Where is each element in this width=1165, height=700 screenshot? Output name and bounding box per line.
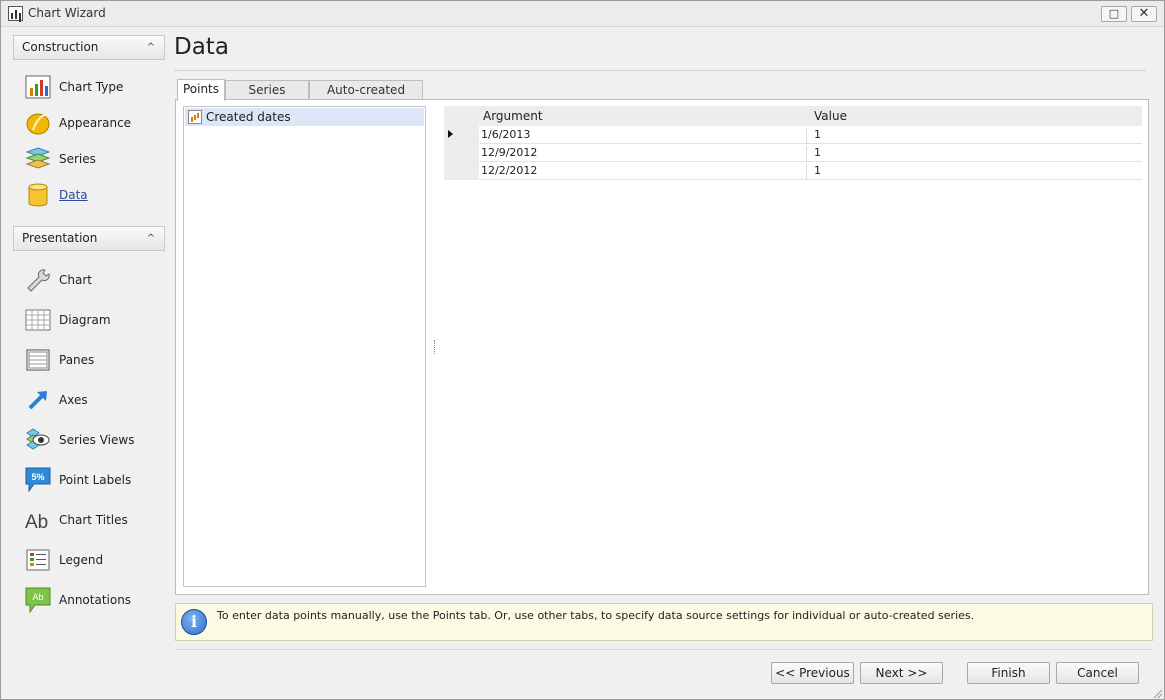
info-message: To enter data points manually, use the P… — [217, 609, 975, 622]
presentation-group-header[interactable]: Presentation ^ — [13, 226, 165, 251]
chart-type-icon — [25, 75, 51, 99]
sidebar-item-label: Diagram — [59, 313, 111, 327]
sidebar-item-label: Series — [59, 152, 96, 166]
presentation-group-label: Presentation — [22, 231, 98, 245]
sidebar-item-diagram[interactable]: Diagram — [23, 305, 163, 337]
column-header-value[interactable]: Value — [814, 109, 847, 123]
points-tab-panel: Created dates Argument Value 1/6/2013 1 … — [175, 99, 1149, 595]
chart-wizard-window: Chart Wizard □ ✕ Construction ^ Chart Ty… — [0, 0, 1165, 700]
maximize-button[interactable]: □ — [1101, 6, 1127, 22]
sidebar-item-label: Chart Type — [59, 80, 124, 94]
series-name: Created dates — [206, 110, 291, 124]
sidebar-item-point-labels[interactable]: 5% Point Labels — [23, 465, 163, 497]
collapse-chevron-icon[interactable]: ^ — [147, 36, 155, 59]
sidebar-item-label: Chart — [59, 273, 92, 287]
chart-wizard-app-icon — [8, 6, 23, 21]
page-title: Data — [174, 34, 229, 60]
sidebar-item-chart-type[interactable]: Chart Type — [23, 72, 163, 104]
sidebar-item-label: Point Labels — [59, 473, 132, 487]
sidebar-item-legend[interactable]: Legend — [23, 545, 163, 577]
tab-series-binding[interactable]: Series Binding — [225, 80, 309, 115]
construction-group-header[interactable]: Construction ^ — [13, 35, 165, 60]
argument-cell[interactable]: 12/9/2012 — [481, 146, 807, 162]
legend-icon — [26, 549, 50, 571]
diagram-icon — [25, 309, 51, 331]
row-indicator — [444, 162, 479, 180]
wrench-icon — [27, 269, 50, 292]
panes-icon — [26, 349, 50, 371]
close-button[interactable]: ✕ — [1131, 6, 1157, 22]
next-button[interactable]: Next >> — [860, 662, 943, 684]
value-cell[interactable]: 1 — [814, 146, 821, 159]
cancel-button[interactable]: Cancel — [1056, 662, 1139, 684]
row-indicator — [444, 144, 479, 162]
sidebar-item-series-views[interactable]: Series Views — [23, 425, 163, 457]
sidebar-item-label: Chart Titles — [59, 513, 128, 527]
svg-text:Ab: Ab — [32, 592, 43, 602]
sidebar-item-label: Annotations — [59, 593, 132, 607]
grid-header: Argument Value — [444, 106, 1142, 126]
row-indicator — [444, 126, 479, 144]
sidebar-item-chart[interactable]: Chart — [23, 265, 163, 297]
sidebar-item-panes[interactable]: Panes — [23, 345, 163, 377]
table-row[interactable]: 12/9/2012 1 — [444, 144, 1142, 162]
bar-chart-icon — [188, 110, 202, 124]
collapse-chevron-icon[interactable]: ^ — [147, 227, 155, 250]
sidebar-item-label: Panes — [59, 353, 95, 367]
finish-button[interactable]: Finish — [967, 662, 1050, 684]
construction-group-label: Construction — [22, 40, 99, 54]
annotations-icon: Ab — [25, 587, 51, 613]
chart-titles-icon: Ab — [25, 512, 48, 533]
data-icon — [28, 183, 48, 207]
column-header-argument[interactable]: Argument — [483, 109, 543, 123]
axes-icon — [28, 391, 47, 410]
previous-button[interactable]: << Previous — [771, 662, 854, 684]
series-views-icon — [26, 428, 50, 450]
info-icon: i — [181, 609, 207, 635]
argument-cell[interactable]: 12/2/2012 — [481, 164, 807, 180]
sidebar-item-label: Appearance — [59, 116, 132, 130]
sidebar-item-annotations[interactable]: Ab Annotations — [23, 585, 163, 617]
sidebar-item-data[interactable]: Data — [23, 180, 163, 212]
sidebar-item-chart-titles[interactable]: Ab Chart Titles — [23, 505, 163, 537]
resize-grip-icon[interactable] — [1151, 687, 1163, 699]
table-row[interactable]: 1/6/2013 1 — [444, 126, 1142, 144]
value-cell[interactable]: 1 — [814, 128, 821, 141]
current-row-arrow-icon — [448, 130, 453, 138]
table-row[interactable]: 12/2/2012 1 — [444, 162, 1142, 180]
sidebar-item-appearance[interactable]: Appearance — [23, 108, 163, 140]
sidebar-item-label: Legend — [59, 553, 104, 567]
series-icon — [25, 147, 51, 169]
svg-text:5%: 5% — [31, 472, 44, 482]
sidebar-item-label: Series Views — [59, 433, 135, 447]
point-labels-icon: 5% — [25, 467, 51, 493]
series-list-item[interactable]: Created dates — [185, 108, 424, 126]
svg-text:Ab: Ab — [25, 512, 48, 533]
title-bar: Chart Wizard □ ✕ — [1, 1, 1164, 27]
sidebar-item-label: Axes — [59, 393, 88, 407]
argument-cell[interactable]: 1/6/2013 — [481, 128, 807, 144]
appearance-icon — [26, 113, 50, 135]
tab-points[interactable]: Points — [177, 79, 225, 101]
value-cell[interactable]: 1 — [814, 164, 821, 177]
sidebar-item-axes[interactable]: Axes — [23, 385, 163, 417]
footer-divider — [175, 649, 1153, 650]
tab-auto-created-series[interactable]: Auto-created Series — [309, 80, 423, 115]
window-title: Chart Wizard — [28, 6, 106, 20]
sidebar-item-label: Data — [59, 188, 88, 202]
splitter-handle[interactable] — [434, 340, 437, 354]
title-divider — [174, 70, 1146, 71]
info-bar: i To enter data points manually, use the… — [175, 603, 1153, 641]
series-list[interactable]: Created dates — [183, 106, 426, 587]
sidebar-item-series[interactable]: Series — [23, 144, 163, 176]
